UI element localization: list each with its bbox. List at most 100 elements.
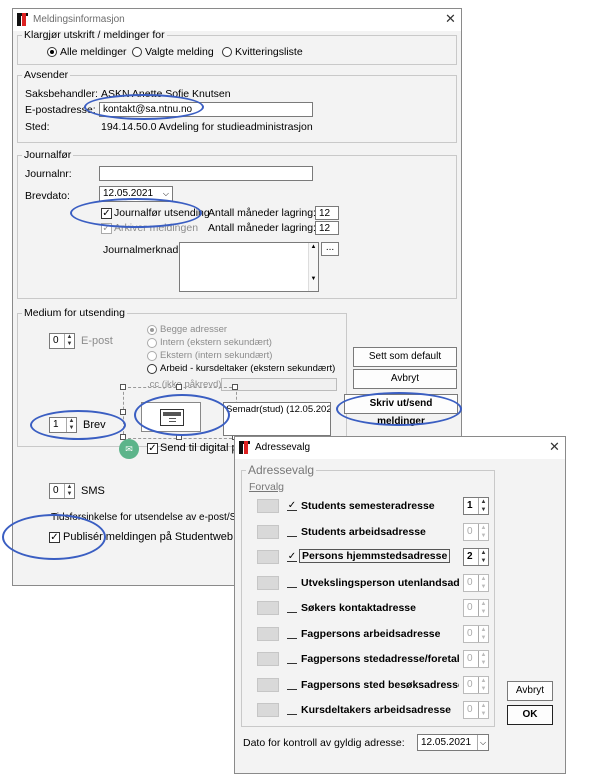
months-input-2[interactable]: 12 [315, 221, 339, 235]
address-row: ✓ Persons hjemmstedsadresse 2 ▲ ▼ [235, 548, 495, 568]
cancel-button[interactable]: Avbryt [353, 369, 457, 389]
highlight-ellipse [84, 94, 204, 120]
address-label: Students semesteradresse [301, 500, 435, 512]
address-priority-spinner[interactable]: 0 ▲ ▼ [463, 574, 489, 592]
spinner-arrows-icon[interactable]: ▲ ▼ [64, 334, 74, 348]
window-title: Meldingsinformasjon [33, 14, 125, 25]
close-icon[interactable]: ✕ [445, 11, 456, 27]
address-priority-value: 0 [467, 704, 473, 715]
radio-work-course[interactable] [147, 364, 157, 374]
selection-handle[interactable] [176, 384, 182, 390]
letter-date-label: Brevdato: [25, 190, 70, 202]
note-scrollbar[interactable]: ▲ ▼ [308, 243, 318, 291]
spinner-arrows-icon[interactable]: ▲ ▼ [478, 549, 488, 565]
address-group-legend: Adressevalg [248, 463, 315, 477]
address-priority-spinner[interactable]: 2 ▲ ▼ [463, 548, 489, 566]
address-row: ✓ Students semesteradresse 1 ▲ ▼ [235, 497, 495, 517]
spinner-arrows-icon[interactable]: ▲ ▼ [478, 677, 488, 693]
spinner-arrows-icon[interactable]: ▲ ▼ [478, 651, 488, 667]
journal-note-label: Journalmerknad: [103, 244, 182, 256]
journal-note-more-button[interactable]: ... [321, 242, 339, 256]
default-link[interactable]: Forvalg [249, 481, 284, 493]
address-checkbox[interactable] [287, 578, 297, 588]
address-color-swatch[interactable] [257, 576, 279, 590]
medium-group-legend: Medium for utsending [24, 307, 125, 319]
radio-internal[interactable] [147, 338, 157, 348]
address-priority-value: 0 [467, 577, 473, 588]
address-color-swatch[interactable] [257, 627, 279, 641]
address-color-swatch[interactable] [257, 678, 279, 692]
radio-all-messages[interactable] [47, 47, 57, 57]
close-icon[interactable]: ✕ [549, 439, 560, 455]
spinner-arrows-icon[interactable]: ▲ ▼ [478, 524, 488, 540]
selection-handle[interactable] [120, 384, 126, 390]
date-check-label: Dato for kontroll av gyldig adresse: [243, 737, 405, 749]
address-priority-spinner[interactable]: 0 ▲ ▼ [463, 701, 489, 719]
highlight-ellipse [134, 394, 230, 436]
sms-count-spinner[interactable]: 0 ▲ ▼ [49, 483, 75, 499]
address-color-swatch[interactable] [257, 499, 279, 513]
address-label: Fagpersons stedadresse/foretak [301, 653, 459, 665]
radio-external[interactable] [147, 351, 157, 361]
radio-both-addresses[interactable] [147, 325, 157, 335]
journalnr-input[interactable] [99, 166, 313, 181]
spinner-arrows-icon[interactable]: ▲ ▼ [478, 575, 488, 591]
sender-group-legend: Avsender [24, 69, 69, 81]
address-checkbox[interactable] [287, 705, 297, 715]
address-label: Persons hjemmstedsadresse [299, 549, 451, 563]
address-label: Fagpersons sted besøksadresse [301, 679, 459, 691]
spinner-arrows-icon[interactable]: ▲ ▼ [478, 702, 488, 718]
address-checkbox[interactable] [287, 680, 297, 690]
place-label: Sted: [25, 121, 50, 133]
address-color-swatch[interactable] [257, 525, 279, 539]
address-cancel-button[interactable]: Avbryt [507, 681, 553, 701]
address-priority-spinner[interactable]: 0 ▲ ▼ [463, 599, 489, 617]
address-label: Utvekslingsperson utenlandsadr [301, 577, 459, 589]
address-checkbox[interactable] [287, 629, 297, 639]
spinner-arrows-icon[interactable]: ▲ ▼ [64, 484, 74, 498]
spinner-arrows-icon[interactable]: ▲ ▼ [478, 626, 488, 642]
radio-receipt-list[interactable] [222, 47, 232, 57]
address-ok-button[interactable]: OK [507, 705, 553, 725]
cc-input[interactable] [221, 378, 337, 391]
address-checkbox[interactable] [287, 654, 297, 664]
address-checkbox[interactable]: ✓ [287, 552, 297, 562]
radio-internal-label: Intern (ekstern sekundært) [160, 337, 272, 348]
journal-note-textarea[interactable]: ▲ ▼ [179, 242, 319, 292]
radio-work-course-label: Arbeid - kursdeltaker (ekstern sekundært… [160, 363, 336, 374]
selection-handle[interactable] [232, 384, 238, 390]
address-color-swatch[interactable] [257, 601, 279, 615]
address-priority-value: 0 [467, 526, 473, 537]
spinner-arrows-icon[interactable]: ▲ ▼ [478, 498, 488, 514]
date-check-select[interactable]: 12.05.2021 ⌵ [417, 734, 489, 751]
address-color-swatch[interactable] [257, 550, 279, 564]
set-default-button[interactable]: Sett som default [353, 347, 457, 367]
months-input-1[interactable]: 12 [315, 206, 339, 220]
address-priority-spinner[interactable]: 0 ▲ ▼ [463, 523, 489, 541]
address-checkbox[interactable] [287, 603, 297, 613]
address-priority-value: 0 [467, 602, 473, 613]
email-count-spinner[interactable]: 0 ▲ ▼ [49, 333, 75, 349]
app-logo-icon [239, 441, 251, 454]
address-priority-spinner[interactable]: 1 ▲ ▼ [463, 497, 489, 515]
radio-receipt-list-label: Kvitteringsliste [235, 46, 303, 58]
address-checkbox[interactable] [287, 527, 297, 537]
title-bar: Meldingsinformasjon ✕ [13, 9, 461, 31]
address-color-swatch[interactable] [257, 703, 279, 717]
address-color-swatch[interactable] [257, 652, 279, 666]
selection-handle[interactable] [120, 409, 126, 415]
address-priority-spinner[interactable]: 0 ▲ ▼ [463, 676, 489, 694]
address-checkbox[interactable]: ✓ [287, 501, 297, 511]
address-row: Students arbeidsadresse 0 ▲ ▼ [235, 523, 495, 543]
radio-selected-message[interactable] [132, 47, 142, 57]
digital-mail-label: Send til digital po [160, 442, 244, 454]
address-row: Fagpersons stedadresse/foretak 0 ▲ ▼ [235, 650, 495, 670]
address-title-bar: Adressevalg ✕ [235, 437, 565, 459]
spinner-arrows-icon[interactable]: ▲ ▼ [478, 600, 488, 616]
address-priority-spinner[interactable]: 0 ▲ ▼ [463, 625, 489, 643]
digital-mail-checkbox[interactable]: ✓ [147, 443, 158, 454]
date-check-value: 12.05.2021 [421, 737, 472, 748]
highlight-ellipse [70, 198, 202, 228]
address-label: Søkers kontaktadresse [301, 602, 416, 614]
address-priority-spinner[interactable]: 0 ▲ ▼ [463, 650, 489, 668]
